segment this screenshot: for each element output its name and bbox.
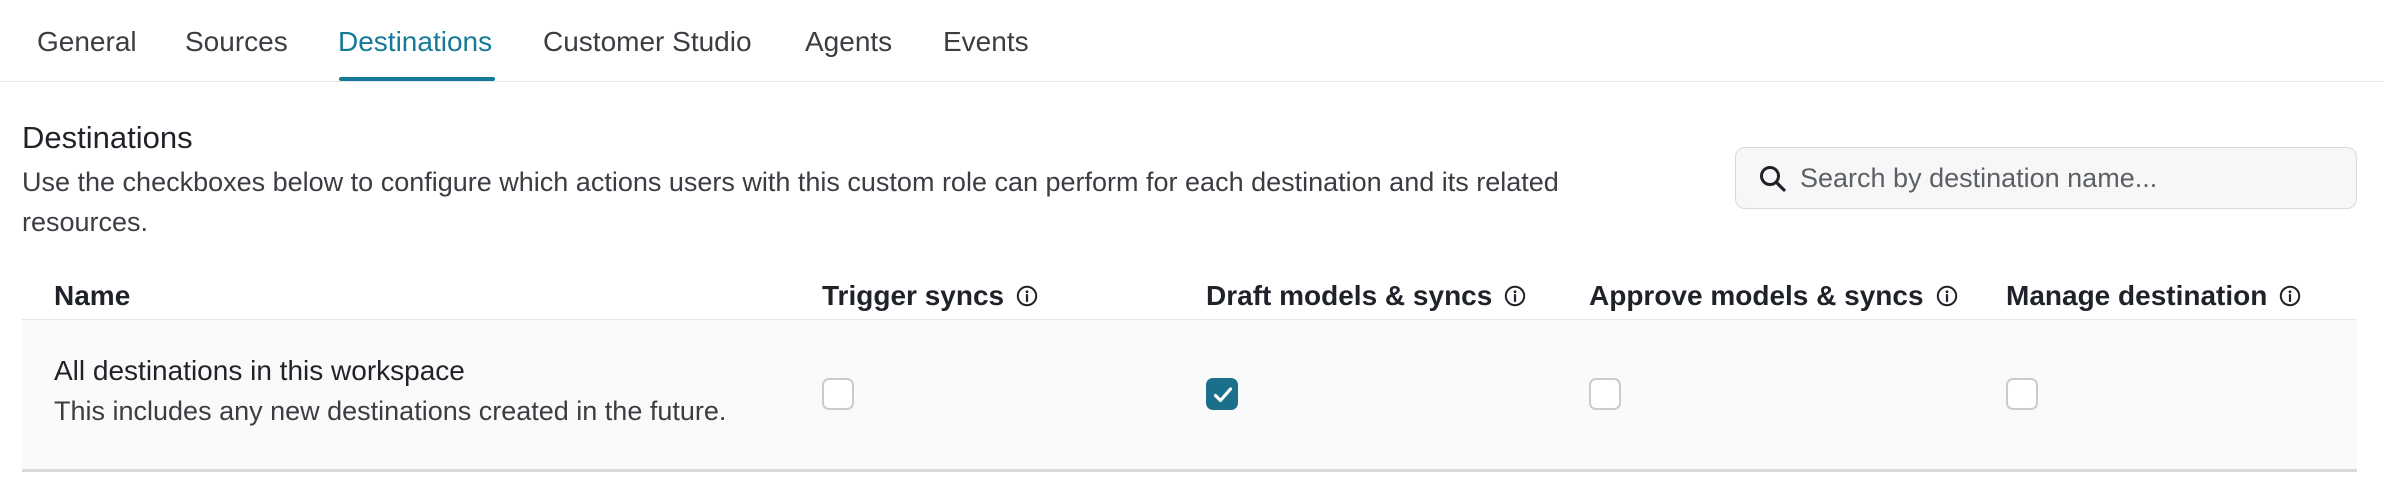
search-box[interactable] xyxy=(1735,147,2357,209)
column-header-label: Manage destination xyxy=(2006,280,2268,311)
checkmark-icon xyxy=(1213,387,1233,403)
search-icon xyxy=(1760,166,1786,192)
tab-agents[interactable]: Agents xyxy=(805,22,892,62)
active-tab-indicator xyxy=(339,77,495,81)
column-header-draft-models-syncs: Draft models & syncs xyxy=(1206,278,1526,314)
approve-models-syncs-checkbox[interactable] xyxy=(1589,378,1621,410)
column-header-name: Name xyxy=(54,278,130,314)
info-icon[interactable] xyxy=(1504,285,1526,307)
row-subtitle: This includes any new destinations creat… xyxy=(54,396,727,426)
info-icon[interactable] xyxy=(2279,285,2301,307)
destinations-permissions-table: Name Trigger syncs Draft models & syncs … xyxy=(22,270,2357,472)
tab-customer-studio[interactable]: Customer Studio xyxy=(543,22,752,62)
manage-destination-checkbox[interactable] xyxy=(2006,378,2038,410)
column-header-label: Trigger syncs xyxy=(822,280,1005,311)
column-header-label: Approve models & syncs xyxy=(1589,280,1924,311)
trigger-syncs-checkbox[interactable] xyxy=(822,378,854,410)
row-title: All destinations in this workspace xyxy=(54,355,465,386)
column-header-trigger-syncs: Trigger syncs xyxy=(822,278,1038,314)
table-header: Name Trigger syncs Draft models & syncs … xyxy=(22,270,2357,320)
tab-general[interactable]: General xyxy=(37,22,137,62)
tab-destinations[interactable]: Destinations xyxy=(338,22,492,62)
draft-models-syncs-checkbox[interactable] xyxy=(1206,378,1238,410)
tab-bar: General Sources Destinations Customer St… xyxy=(0,0,2384,82)
tab-sources[interactable]: Sources xyxy=(185,22,288,62)
tab-events[interactable]: Events xyxy=(943,22,1029,62)
section-title: Destinations xyxy=(22,120,193,155)
info-icon[interactable] xyxy=(1936,285,1958,307)
column-header-manage-destination: Manage destination xyxy=(2006,278,2301,314)
table-row: All destinations in this workspace This … xyxy=(22,320,2357,472)
section-description: Use the checkboxes below to configure wh… xyxy=(22,167,1559,237)
search-input[interactable] xyxy=(1800,156,2340,200)
column-header-label: Name xyxy=(54,280,131,311)
column-header-approve-models-syncs: Approve models & syncs xyxy=(1589,278,1958,314)
info-icon[interactable] xyxy=(1016,285,1038,307)
column-header-label: Draft models & syncs xyxy=(1206,280,1493,311)
